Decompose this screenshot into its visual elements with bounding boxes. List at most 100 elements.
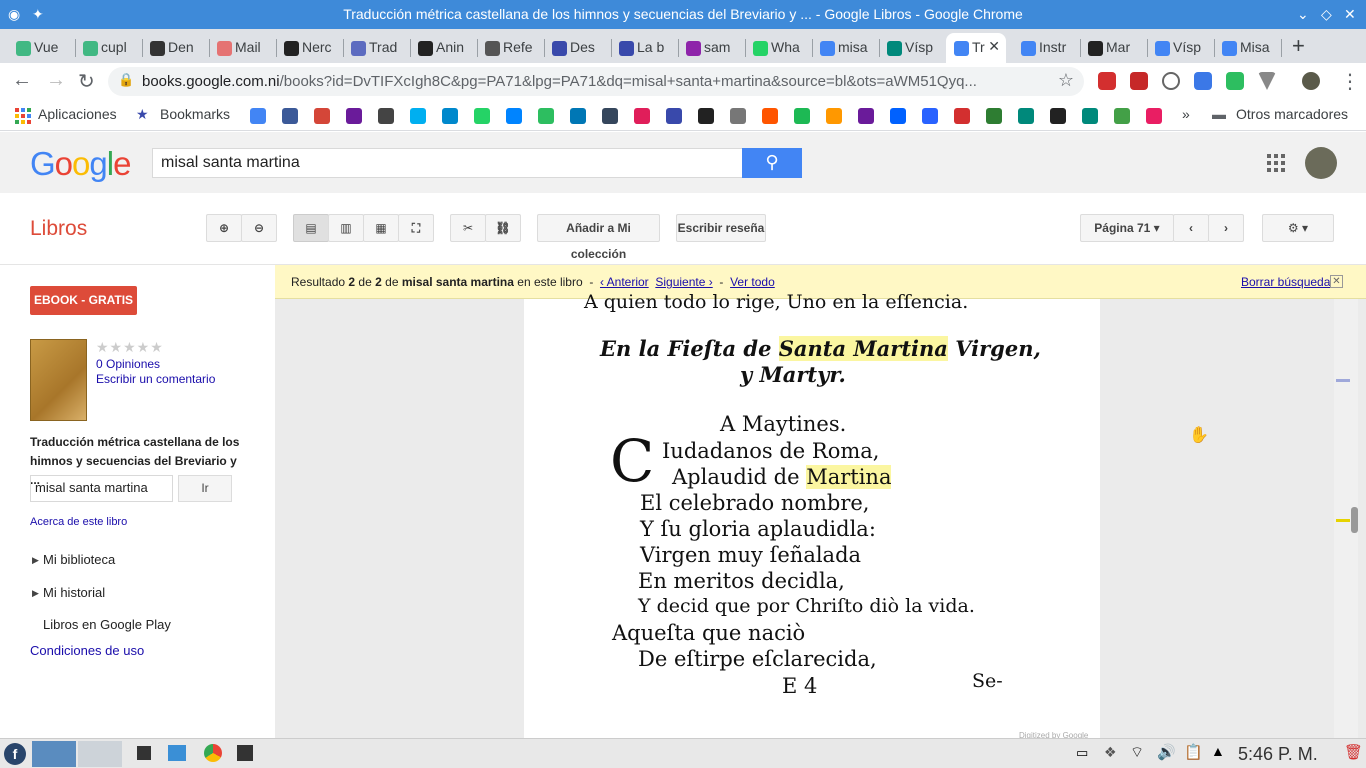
browser-tab[interactable]: Wha xyxy=(745,33,812,63)
browser-tab[interactable]: Mar xyxy=(1080,33,1147,63)
bookmark-site-icon[interactable] xyxy=(826,108,842,124)
write-review-button[interactable]: Escribir reseña xyxy=(676,214,766,242)
browser-tab[interactable]: Instr xyxy=(1013,33,1080,63)
browser-tab[interactable]: Mail xyxy=(209,33,276,63)
bookmark-site-icon[interactable] xyxy=(282,108,298,124)
reload-icon[interactable]: ↻ xyxy=(78,69,95,94)
bookmark-site-icon[interactable] xyxy=(346,108,362,124)
adblock-icon[interactable] xyxy=(1130,72,1148,90)
bookmark-folder[interactable]: Bookmarks xyxy=(160,106,230,122)
zoom-in-button[interactable]: ⊕ xyxy=(206,214,242,242)
bookmark-site-icon[interactable] xyxy=(1050,108,1066,124)
extension-icon[interactable] xyxy=(1162,72,1180,90)
chrome-icon[interactable] xyxy=(204,744,222,762)
section-title[interactable]: Libros xyxy=(30,217,87,241)
browser-tab[interactable]: misa xyxy=(812,33,879,63)
clipboard-icon[interactable]: 📋 xyxy=(1184,743,1203,761)
in-book-search-input[interactable]: misal santa martina xyxy=(30,475,173,502)
next-page-button[interactable]: › xyxy=(1208,214,1244,242)
ebook-free-button[interactable]: EBOOK - GRATIS xyxy=(30,286,137,315)
bookmark-site-icon[interactable] xyxy=(250,108,266,124)
browser-tab[interactable]: Den xyxy=(142,33,209,63)
evernote-icon[interactable] xyxy=(1226,72,1244,90)
google-apps-icon[interactable] xyxy=(1267,154,1285,172)
system-clock[interactable]: 5:46 P. M. xyxy=(1238,744,1318,765)
browser-tab[interactable]: Vísp xyxy=(1147,33,1214,63)
back-arrow-icon[interactable]: ← xyxy=(12,69,32,92)
clear-search-link[interactable]: Borrar búsqueda xyxy=(1241,275,1330,289)
bookmark-site-icon[interactable] xyxy=(602,108,618,124)
thumbnails-button[interactable]: ▦ xyxy=(363,214,399,242)
single-page-button[interactable]: ▤ xyxy=(293,214,329,242)
browser-tab[interactable]: La b xyxy=(611,33,678,63)
google-search-input[interactable]: misal santa martina xyxy=(152,148,743,178)
lock-icon[interactable]: 🔒 xyxy=(118,72,134,88)
bookmark-site-icon[interactable] xyxy=(1114,108,1130,124)
bookmark-site-icon[interactable] xyxy=(378,108,394,124)
bookmark-site-icon[interactable] xyxy=(858,108,874,124)
bookmark-site-icon[interactable] xyxy=(442,108,458,124)
bookmark-site-icon[interactable] xyxy=(314,108,330,124)
bookmark-site-icon[interactable] xyxy=(794,108,810,124)
google-play-link[interactable]: Libros en Google Play xyxy=(43,617,171,632)
clip-button[interactable]: ✂ xyxy=(450,214,486,242)
terminal-icon[interactable] xyxy=(137,746,151,760)
bookmark-site-icon[interactable] xyxy=(1018,108,1034,124)
browser-tab[interactable]: cupl xyxy=(75,33,142,63)
forward-arrow-icon[interactable]: → xyxy=(46,69,66,92)
next-result-link[interactable]: Siguiente › xyxy=(655,275,712,289)
maximize-icon[interactable]: ◇ xyxy=(1321,6,1332,23)
pin-icon[interactable]: ✦ xyxy=(32,6,44,23)
add-to-collection-button[interactable]: Añadir a Mi colección xyxy=(537,214,660,261)
url-text[interactable]: books.google.com.ni/books?id=DvTIFXcIgh8… xyxy=(142,73,1052,90)
workspace-2[interactable] xyxy=(78,741,122,767)
close-icon[interactable]: ✕ xyxy=(1330,275,1343,288)
scroll-thumb[interactable] xyxy=(1351,507,1358,533)
book-page[interactable]: A quien todo lo rige, Uno en la eſſencia… xyxy=(524,291,1100,738)
bookmark-site-icon[interactable] xyxy=(666,108,682,124)
user-avatar[interactable] xyxy=(1305,147,1337,179)
browser-tab[interactable]: Nerc xyxy=(276,33,343,63)
terminal-icon[interactable] xyxy=(237,745,253,761)
close-tab-icon[interactable]: ✕ xyxy=(988,38,1000,55)
extension-icon[interactable] xyxy=(1258,72,1276,90)
browser-tab[interactable]: Trad xyxy=(343,33,410,63)
browser-tab[interactable]: sam xyxy=(678,33,745,63)
minimize-icon[interactable]: ⌄ xyxy=(1297,6,1309,23)
browser-tab[interactable]: Anin xyxy=(410,33,477,63)
two-page-button[interactable]: ▥ xyxy=(328,214,364,242)
battery-icon[interactable]: ▭ xyxy=(1076,745,1088,761)
menu-dots-icon[interactable]: ⋮ xyxy=(1340,69,1360,94)
link-button[interactable]: ⛓ xyxy=(485,214,521,242)
prev-result-link[interactable]: ‹ Anterior xyxy=(600,275,649,289)
trash-icon[interactable]: 🗑 xyxy=(1344,743,1363,761)
terms-link[interactable]: Condiciones de uso xyxy=(30,643,144,658)
about-book-link[interactable]: Acerca de este libro xyxy=(30,516,127,528)
profile-avatar[interactable] xyxy=(1302,72,1320,90)
page-select-button[interactable]: Página 71 ▾ xyxy=(1080,214,1174,242)
bookmark-site-icon[interactable] xyxy=(890,108,906,124)
extension-icon[interactable] xyxy=(1194,72,1212,90)
new-tab-button[interactable]: + xyxy=(1292,33,1305,59)
view-all-link[interactable]: Ver todo xyxy=(730,275,775,289)
close-window-icon[interactable]: ✕ xyxy=(1344,6,1356,23)
bookmark-star-icon[interactable]: ☆ xyxy=(1058,70,1074,91)
go-button[interactable]: Ir xyxy=(178,475,232,502)
address-bar[interactable]: 🔒 books.google.com.ni/books?id=DvTIFXcIg… xyxy=(108,67,1084,96)
bookmark-site-icon[interactable] xyxy=(570,108,586,124)
dropbox-icon[interactable]: ❖ xyxy=(1104,744,1117,761)
fullscreen-button[interactable]: ⛶ xyxy=(398,214,434,242)
browser-tab[interactable]: Misa xyxy=(1214,33,1281,63)
bookmark-site-icon[interactable] xyxy=(730,108,746,124)
browser-tab[interactable]: Refe xyxy=(477,33,544,63)
fedora-icon[interactable]: f xyxy=(4,743,26,765)
bookmark-site-icon[interactable] xyxy=(410,108,426,124)
settings-button[interactable]: ⚙ ▾ xyxy=(1262,214,1334,242)
tray-up-icon[interactable]: ▲ xyxy=(1211,743,1225,759)
bookmark-site-icon[interactable] xyxy=(1082,108,1098,124)
bookmark-site-icon[interactable] xyxy=(474,108,490,124)
search-button[interactable]: ⚲ xyxy=(742,148,802,178)
bookmark-site-icon[interactable] xyxy=(954,108,970,124)
bookmark-site-icon[interactable] xyxy=(762,108,778,124)
vertical-scrollbar[interactable] xyxy=(1334,299,1358,738)
